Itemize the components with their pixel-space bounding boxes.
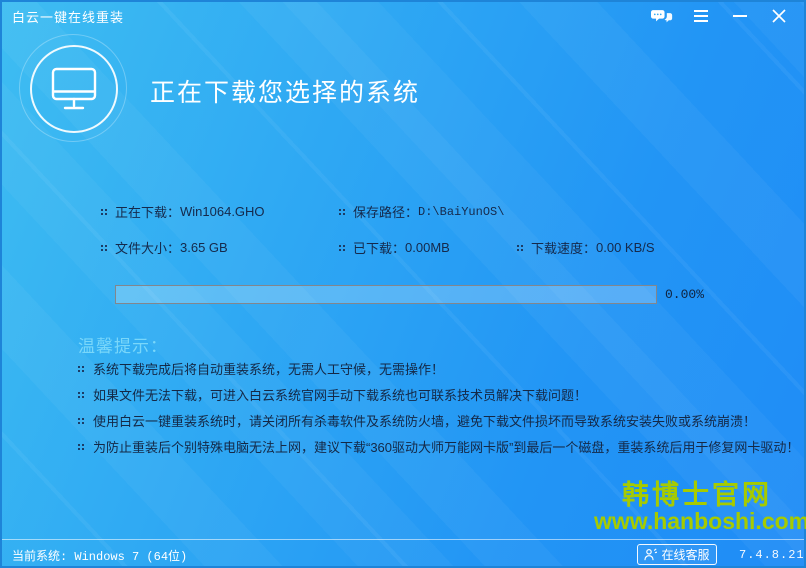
watermark: 韩博士官网 www.hanboshi.com (594, 481, 800, 533)
header-icon-circle (30, 45, 118, 133)
tip-text: 系统下载完成后将自动重装系统，无需人工守候，无需操作！ (93, 359, 444, 378)
progress-percent: 0.00% (665, 287, 704, 302)
menu-icon[interactable] (690, 6, 712, 26)
tip-item: 如果文件无法下载，可进入白云系统官网手动下载系统也可联系技术员解决下载问题！ (78, 385, 587, 404)
sparkle-bullet-icon (339, 209, 345, 215)
sparkle-bullet-icon (78, 366, 84, 372)
statusbar-separator (2, 539, 804, 540)
progress-bar (115, 285, 657, 304)
sparkle-bullet-icon (78, 392, 84, 398)
field-label: 保存路径： (353, 202, 418, 221)
field-label: 正在下载： (115, 202, 180, 221)
field-value: 0.00 KB/S (596, 240, 655, 255)
field-value: Win1064.GHO (180, 204, 265, 219)
app-title: 白云一键在线重装 (12, 7, 124, 26)
version-label: 7.4.8.21 (739, 548, 805, 562)
sparkle-bullet-icon (78, 418, 84, 424)
watermark-line1: 韩博士官网 (594, 481, 800, 509)
sparkle-bullet-icon (78, 444, 84, 450)
online-service-button[interactable]: 在线客服 (637, 544, 717, 565)
sparkle-bullet-icon (517, 245, 523, 251)
person-chat-icon (644, 548, 657, 561)
tips-title: 温馨提示： (78, 332, 168, 357)
field-value: 0.00MB (405, 240, 450, 255)
titlebar: 白云一键在线重装 (2, 2, 804, 30)
current-system-label: 当前系统: Windows 7 (64位) (12, 547, 187, 564)
field-label: 文件大小： (115, 238, 180, 257)
field-download-speed: 下载速度：0.00 KB/S (517, 238, 655, 257)
page-title: 正在下载您选择的系统 (150, 73, 420, 109)
chat-feedback-icon[interactable] (651, 6, 673, 26)
sparkle-bullet-icon (101, 209, 107, 215)
field-downloaded: 已下载：0.00MB (339, 238, 450, 257)
field-file-size: 文件大小：3.65 GB (101, 238, 228, 257)
online-service-label: 在线客服 (661, 546, 709, 563)
tip-item: 为防止重装后个别特殊电脑无法上网，建议下载“360驱动大师万能网卡版”到最后一个… (78, 437, 799, 456)
minimize-icon[interactable] (729, 6, 751, 26)
sparkle-bullet-icon (101, 245, 107, 251)
app-window: 白云一键在线重装 (0, 0, 806, 568)
field-value: 3.65 GB (180, 240, 228, 255)
close-icon[interactable] (768, 6, 790, 26)
field-downloading: 正在下载：Win1064.GHO (101, 202, 265, 221)
field-label: 下载速度： (531, 238, 596, 257)
field-save-path: 保存路径：D:\BaiYunOS\ (339, 202, 504, 221)
tip-text: 使用白云一键重装系统时，请关闭所有杀毒软件及系统防火墙，避免下载文件损坏而导致系… (93, 411, 756, 430)
sparkle-bullet-icon (339, 245, 345, 251)
tip-item: 系统下载完成后将自动重装系统，无需人工守候，无需操作！ (78, 359, 444, 378)
field-value: D:\BaiYunOS\ (418, 205, 504, 219)
tip-item: 使用白云一键重装系统时，请关闭所有杀毒软件及系统防火墙，避免下载文件损坏而导致系… (78, 411, 756, 430)
tip-text: 如果文件无法下载，可进入白云系统官网手动下载系统也可联系技术员解决下载问题！ (93, 385, 587, 404)
window-controls (651, 6, 794, 26)
tip-text: 为防止重装后个别特殊电脑无法上网，建议下载“360驱动大师万能网卡版”到最后一个… (93, 437, 799, 456)
monitor-icon (50, 66, 98, 112)
field-label: 已下载： (353, 238, 405, 257)
watermark-line2: www.hanboshi.com (594, 509, 800, 533)
